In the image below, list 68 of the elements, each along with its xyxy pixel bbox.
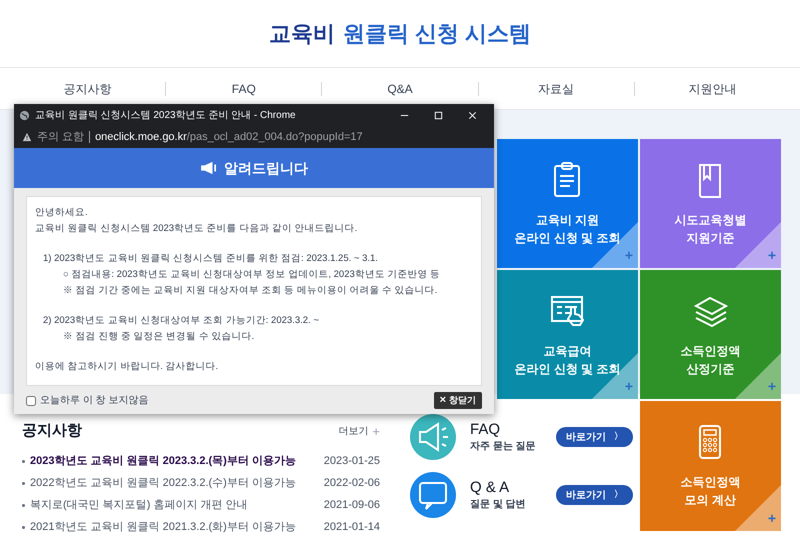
shortcut-subtitle: 질문 및 답변 xyxy=(470,498,527,512)
menu-tile[interactable]: 교육급여 온라인 신청 및 조회 + xyxy=(497,270,638,399)
notice-date: 2021-09-06 xyxy=(324,498,380,514)
tile-label: 교육비 지원 xyxy=(536,212,600,228)
notice-link[interactable]: 2023학년도 교육비 원클릭 2023.3.2.(목)부터 이용가능 xyxy=(30,453,296,470)
close-window-button[interactable]: × 창닫기 xyxy=(434,392,482,409)
checkbox-label: 오늘하루 이 창 보지않음 xyxy=(40,394,148,408)
tile-label: 산정기준 xyxy=(686,360,734,378)
megaphone-icon xyxy=(410,414,456,460)
tile-label: 모의 계산 xyxy=(684,492,736,509)
shortcut-title: FAQ xyxy=(470,420,502,438)
tile-label: 소득인정액 xyxy=(680,342,740,360)
bullet-icon xyxy=(22,460,25,463)
plus-icon: + xyxy=(624,376,633,397)
tile-label: 교육급여 xyxy=(543,342,592,360)
notice-text: 안녕하세요. xyxy=(35,206,89,220)
notice-date: 2021-01-14 xyxy=(324,520,380,536)
tile-label: 시도교육청별 xyxy=(674,212,746,228)
globe-icon xyxy=(19,110,30,120)
notice-text: ※ 점검 진행 중 일정은 변경될 수 있습니다. xyxy=(62,330,256,344)
more-link[interactable]: 더보기 + xyxy=(338,422,380,441)
plus-icon: + xyxy=(624,245,633,266)
notice-text: ○ 점검내용: 2023학년도 교육비 신청대상여부 정보 업데이트, 2023학년도 기준반영 등 xyxy=(62,268,442,282)
site-title-emphasis: 교육비 xyxy=(268,20,335,48)
shortcut-title: Q & A xyxy=(470,478,510,496)
plus-icon: + xyxy=(768,508,776,529)
menu-tile[interactable]: 소득인정액 산정기준 + xyxy=(640,270,781,399)
tile-label: 온라인 신청 및 조회 xyxy=(514,230,620,246)
nav-link[interactable]: 공지사항 xyxy=(64,80,112,98)
menu-tile[interactable]: 시도교육청별 지원기준 + xyxy=(640,139,781,268)
notice-text: ※ 점검 기간 중에는 교육비 지원 대상자여부 조회 등 메뉴이용이 어려울 수 있습니다. xyxy=(62,284,438,298)
nav-link[interactable]: FAQ xyxy=(232,80,256,98)
security-warning: 주의 요함 xyxy=(37,130,84,145)
plus-icon: + xyxy=(768,376,776,397)
bullet-icon xyxy=(22,526,25,529)
notice-link[interactable]: 2021학년도 교육비 원클릭 2021.3.2.(화)부터 이용가능 xyxy=(30,519,296,536)
question-bubble-icon xyxy=(410,472,456,518)
bullet-icon xyxy=(22,504,25,507)
notice-text: 1) 2023학년도 교육비 원클릭 신청시스템 준비를 위한 점검: 2023.1.25. ~ 3.1. xyxy=(42,252,379,266)
nav-link[interactable]: 지원안내 xyxy=(688,80,736,98)
site-title: 원클릭 신청 시스템 xyxy=(342,20,532,48)
maximize-icon xyxy=(432,110,444,120)
nav-link[interactable]: 자료실 xyxy=(538,80,574,98)
tile-label: 온라인 신청 및 조회 xyxy=(514,360,620,378)
menu-tile[interactable]: 교육비 지원 온라인 신청 및 조회 + xyxy=(497,139,638,268)
tile-label: 소득인정액 xyxy=(680,474,740,491)
warning-icon xyxy=(22,132,32,142)
megaphone-icon xyxy=(200,161,218,175)
notice-link[interactable]: 복지로(대국민 복지포털) 홈페이지 개편 안내 xyxy=(30,497,248,514)
notice-date: 2022-02-06 xyxy=(324,476,380,492)
notice-text: 이용에 참고하시기 바랍니다. 감사합니다. xyxy=(35,360,220,374)
shortcut-subtitle: 자주 묻는 질문 xyxy=(470,440,537,454)
notice-heading: 공지사항 xyxy=(22,421,82,441)
banner-title: 알려드립니다 xyxy=(224,158,308,178)
close-icon xyxy=(466,110,478,120)
bullet-icon xyxy=(22,482,25,485)
notice-text: 교육비 원클릭 신청시스템 2023학년도 준비를 다음과 같이 안내드립니다. xyxy=(35,222,358,236)
go-button[interactable]: 바로가기 〉 xyxy=(556,485,633,505)
notice-link[interactable]: 2022학년도 교육비 원클릭 2022.3.2.(수)부터 이용가능 xyxy=(30,475,296,492)
plus-icon: + xyxy=(768,245,776,266)
nav-link[interactable]: Q&A xyxy=(387,80,413,98)
tile-label: 지원기준 xyxy=(686,230,734,246)
notice-text: 2) 2023학년도 교육비 신청대상여부 조회 가능기간: 2023.3.2. ~ xyxy=(42,314,320,328)
address-bar[interactable]: oneclick.moe.go.kr/pas_ocl_ad02_004.do?popupId=17 xyxy=(95,128,363,146)
window-title: 교육비 원클릭 신청시스템 2023학년도 준비 안내 - Chrome xyxy=(35,108,297,122)
go-button[interactable]: 바로가기 〉 xyxy=(556,427,633,447)
checkbox[interactable] xyxy=(26,396,36,406)
notice-date: 2023-01-25 xyxy=(324,454,380,470)
